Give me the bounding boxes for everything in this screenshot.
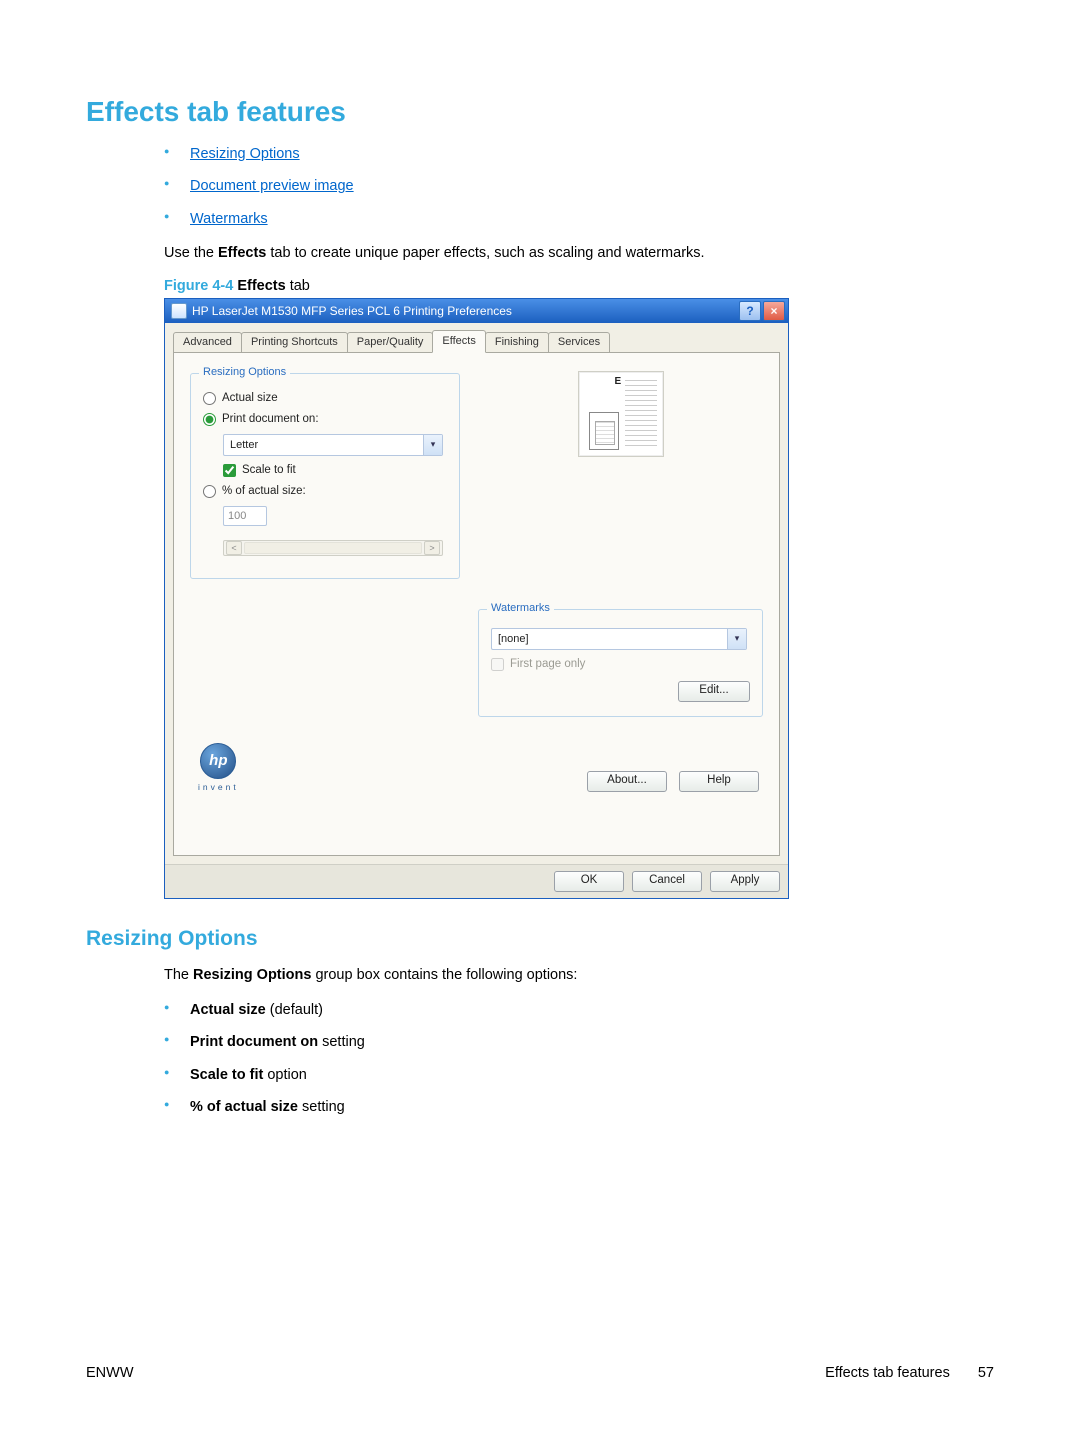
intro-post: tab to create unique paper effects, such…	[266, 245, 704, 261]
figure-caption: Figure 4-4 Effects tab	[164, 278, 994, 294]
document-preview-image: E	[578, 371, 664, 457]
percent-slider[interactable]: < >	[223, 540, 443, 556]
list-item: Scale to fit option	[164, 1065, 994, 1085]
first-page-only-label: First page only	[510, 658, 585, 670]
preview-lines-icon	[625, 380, 657, 450]
help-button[interactable]: Help	[679, 771, 759, 792]
percent-actual-size-radio[interactable]	[203, 485, 216, 498]
titlebar-close-button[interactable]: ×	[763, 301, 785, 321]
actual-size-label: Actual size	[222, 392, 278, 404]
watermarks-legend: Watermarks	[487, 602, 554, 614]
printing-preferences-dialog: HP LaserJet M1530 MFP Series PCL 6 Print…	[164, 298, 789, 899]
watermark-edit-button[interactable]: Edit...	[678, 681, 750, 702]
slider-right-button[interactable]: >	[424, 541, 440, 555]
slider-bar[interactable]	[244, 542, 422, 554]
resizing-options-group: Resizing Options Actual size Print docum…	[190, 373, 460, 579]
watermarks-group: Watermarks [none] ▾ First page only	[478, 609, 763, 717]
list-item: % of actual size setting	[164, 1097, 994, 1117]
ok-button[interactable]: OK	[554, 871, 624, 892]
tab-printing-shortcuts[interactable]: Printing Shortcuts	[241, 332, 348, 353]
resizing-options-list: Actual size (default) Print document on …	[86, 1000, 994, 1117]
slider-left-button[interactable]: <	[226, 541, 242, 555]
figure-title-rest: tab	[290, 278, 310, 294]
toc-link-resizing[interactable]: Resizing Options	[190, 146, 300, 162]
actual-size-radio[interactable]	[203, 392, 216, 405]
scale-to-fit-checkbox[interactable]	[223, 464, 236, 477]
dialog-footer: OK Cancel Apply	[165, 864, 788, 898]
effects-tab-panel: Resizing Options Actual size Print docum…	[173, 352, 780, 856]
preview-orientation-marker: E	[615, 376, 622, 387]
paper-size-combo[interactable]: Letter ▾	[223, 434, 443, 456]
toc-link-preview[interactable]: Document preview image	[190, 178, 354, 194]
dialog-title: HP LaserJet M1530 MFP Series PCL 6 Print…	[192, 304, 737, 318]
tab-services[interactable]: Services	[548, 332, 610, 353]
watermark-value: [none]	[498, 633, 727, 645]
about-button[interactable]: About...	[587, 771, 667, 792]
resizing-options-heading: Resizing Options	[86, 927, 994, 951]
toc-list: Resizing Options Document preview image …	[86, 144, 994, 229]
tabstrip: Advanced Printing Shortcuts Paper/Qualit…	[173, 330, 780, 353]
first-page-only-checkbox	[491, 658, 504, 671]
resizing-legend: Resizing Options	[199, 366, 290, 378]
tab-advanced[interactable]: Advanced	[173, 332, 242, 353]
intro-bold: Effects	[218, 245, 266, 261]
cancel-button[interactable]: Cancel	[632, 871, 702, 892]
preview-mini-page-icon	[589, 412, 619, 450]
chevron-down-icon[interactable]: ▾	[727, 629, 746, 649]
hp-logo-icon: hp	[200, 743, 236, 779]
paper-size-value: Letter	[230, 439, 423, 451]
print-document-on-radio[interactable]	[203, 413, 216, 426]
intro-pre: Use the	[164, 245, 218, 261]
list-item: Print document on setting	[164, 1032, 994, 1052]
percent-value-input[interactable]: 100	[223, 506, 267, 526]
hp-invent-text: invent	[198, 782, 239, 792]
resizing-options-intro: The Resizing Options group box contains …	[164, 965, 994, 986]
tab-effects[interactable]: Effects	[432, 330, 485, 353]
watermark-combo[interactable]: [none] ▾	[491, 628, 747, 650]
app-icon	[171, 303, 187, 319]
page-footer: ENWW Effects tab features 57	[86, 1365, 994, 1381]
titlebar: HP LaserJet M1530 MFP Series PCL 6 Print…	[165, 299, 788, 323]
footer-page-number: 57	[978, 1365, 994, 1381]
tab-paper-quality[interactable]: Paper/Quality	[347, 332, 434, 353]
footer-left: ENWW	[86, 1365, 134, 1381]
percent-actual-size-label: % of actual size:	[222, 485, 306, 497]
list-item: Actual size (default)	[164, 1000, 994, 1020]
apply-button[interactable]: Apply	[710, 871, 780, 892]
footer-section: Effects tab features	[825, 1365, 950, 1381]
hp-logo: hp invent	[198, 743, 239, 792]
intro-text: Use the Effects tab to create unique pap…	[164, 243, 994, 264]
print-document-on-label: Print document on:	[222, 413, 319, 425]
scale-to-fit-label: Scale to fit	[242, 464, 296, 476]
figure-label: Figure 4-4	[164, 278, 233, 294]
chevron-down-icon[interactable]: ▾	[423, 435, 442, 455]
figure-title-bold: Effects	[233, 278, 289, 294]
page-heading: Effects tab features	[86, 96, 994, 128]
toc-link-watermarks[interactable]: Watermarks	[190, 211, 268, 227]
tab-finishing[interactable]: Finishing	[485, 332, 549, 353]
titlebar-help-button[interactable]: ?	[739, 301, 761, 321]
